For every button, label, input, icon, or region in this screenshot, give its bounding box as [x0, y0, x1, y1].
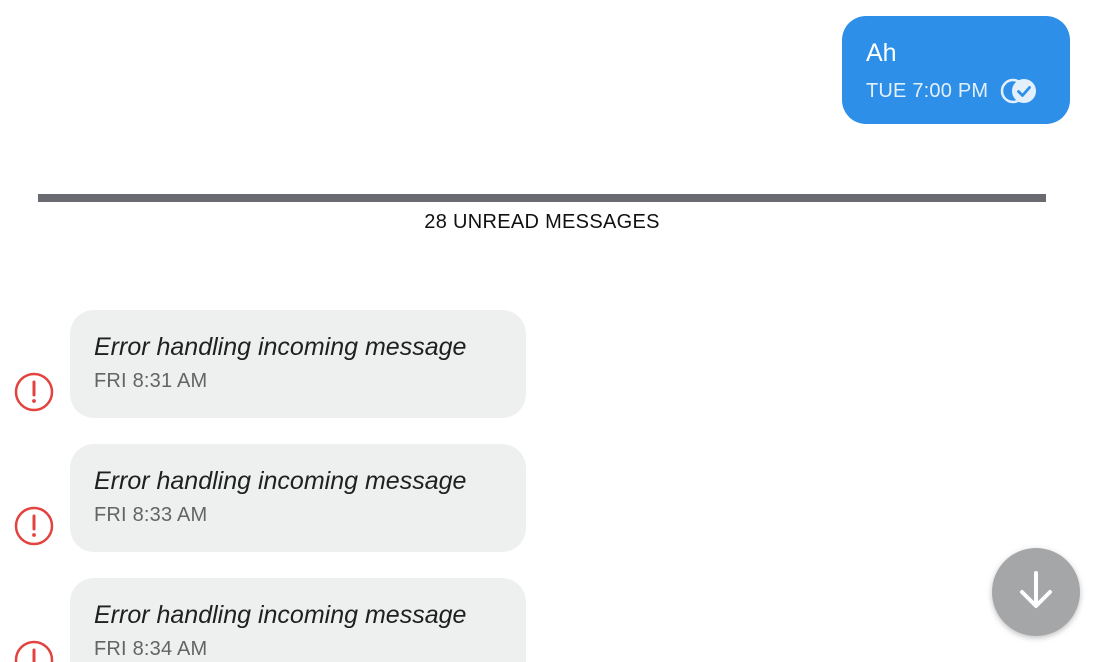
message-text: Error handling incoming message — [94, 467, 467, 495]
unread-divider-label: 28 UNREAD MESSAGES — [424, 211, 660, 233]
incoming-message-bubble[interactable]: Error handling incoming message FRI 8:34… — [70, 578, 526, 662]
message-timestamp: TUE 7:00 PM — [866, 79, 989, 102]
incoming-message-bubble[interactable]: Error handling incoming message FRI 8:33… — [70, 444, 526, 552]
message-timestamp: FRI 8:33 AM — [94, 504, 208, 526]
double-check-icon — [1000, 78, 1038, 104]
unread-divider-bar — [38, 194, 1046, 202]
message-text: Ah — [866, 39, 897, 67]
error-icon[interactable] — [14, 506, 54, 546]
message-text: Error handling incoming message — [94, 333, 467, 361]
outgoing-message-bubble[interactable]: Ah TUE 7:00 PM — [842, 16, 1070, 124]
message-meta: TUE 7:00 PM — [866, 78, 1046, 104]
incoming-message-bubble[interactable]: Error handling incoming message FRI 8:31… — [70, 310, 526, 418]
conversation-view[interactable]: Ah TUE 7:00 PM 28 UNREAD MESSAGES Error … — [0, 0, 1094, 662]
message-timestamp: FRI 8:31 AM — [94, 370, 208, 392]
list-item: Error handling incoming message FRI 8:34… — [0, 578, 560, 662]
list-item: Error handling incoming message FRI 8:33… — [0, 444, 560, 552]
list-item: Error handling incoming message FRI 8:31… — [0, 310, 560, 418]
scroll-to-bottom-button[interactable] — [992, 548, 1080, 636]
arrow-down-icon — [1013, 567, 1059, 618]
message-timestamp: FRI 8:34 AM — [94, 638, 208, 660]
error-icon[interactable] — [14, 640, 54, 662]
error-icon[interactable] — [14, 372, 54, 412]
message-text: Error handling incoming message — [94, 601, 467, 629]
